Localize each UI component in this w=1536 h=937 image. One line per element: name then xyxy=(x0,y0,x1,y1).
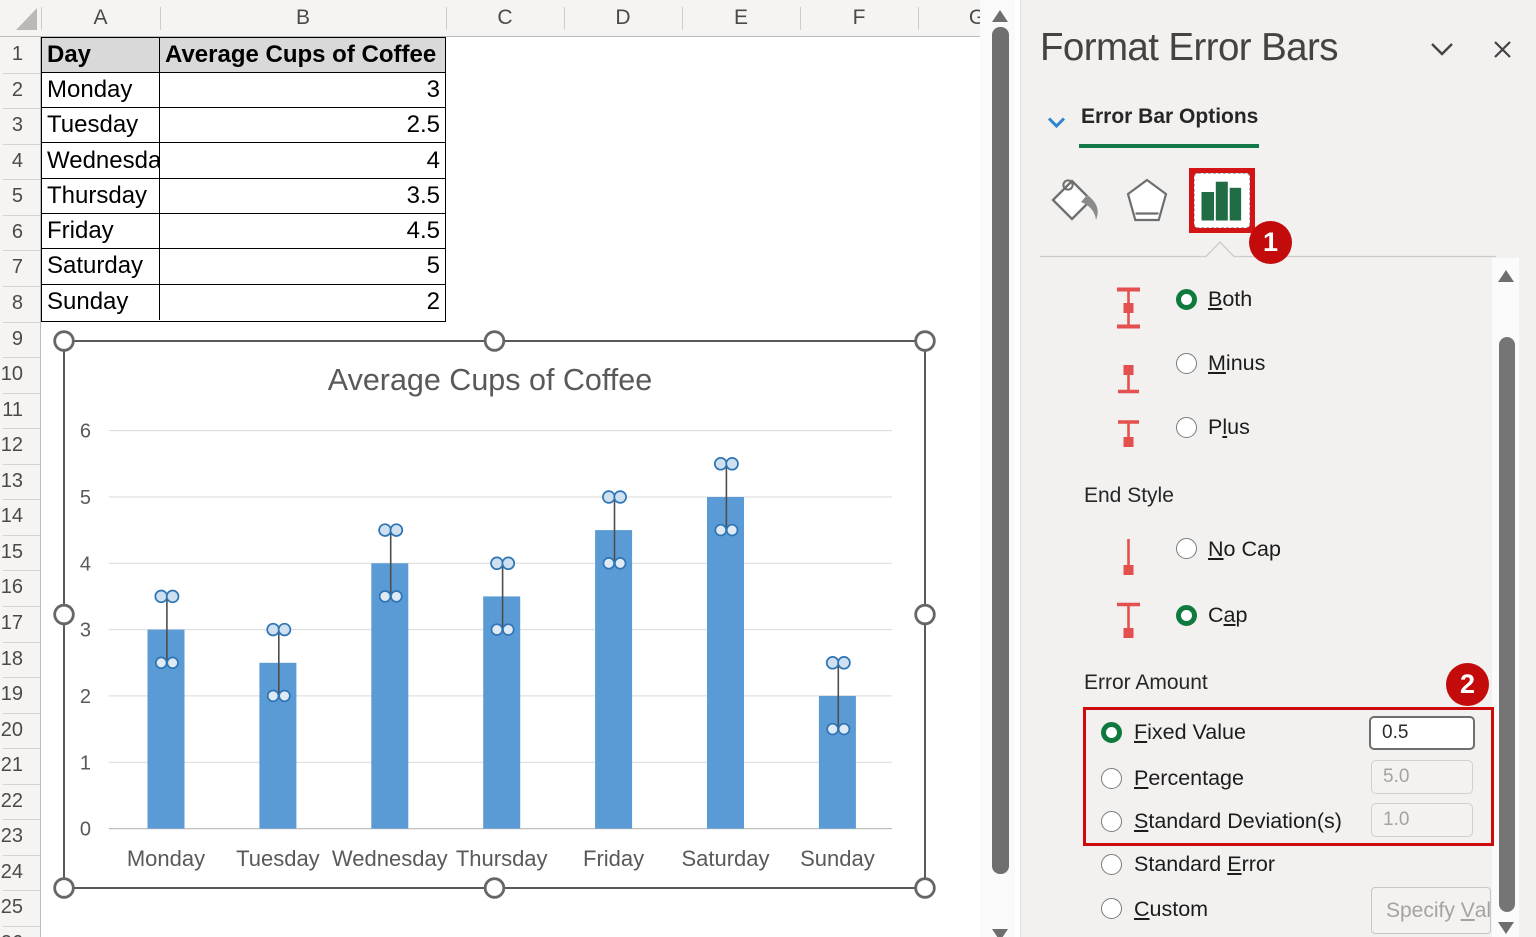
svg-text:Wednesday: Wednesday xyxy=(332,846,448,871)
svg-text:3: 3 xyxy=(80,620,91,642)
svg-text:Sunday: Sunday xyxy=(800,846,875,871)
svg-text:0: 0 xyxy=(80,819,91,841)
svg-text:2: 2 xyxy=(80,686,91,708)
svg-text:Tuesday: Tuesday xyxy=(236,846,320,871)
svg-text:Monday: Monday xyxy=(127,846,205,871)
svg-text:Saturday: Saturday xyxy=(681,846,769,871)
svg-text:4: 4 xyxy=(80,553,91,575)
svg-text:5: 5 xyxy=(80,487,91,509)
svg-text:Friday: Friday xyxy=(583,846,644,871)
svg-text:Thursday: Thursday xyxy=(456,846,548,871)
svg-text:Average Cups of Coffee: Average Cups of Coffee xyxy=(328,363,652,397)
svg-text:6: 6 xyxy=(80,421,91,443)
svg-text:1: 1 xyxy=(80,752,91,774)
